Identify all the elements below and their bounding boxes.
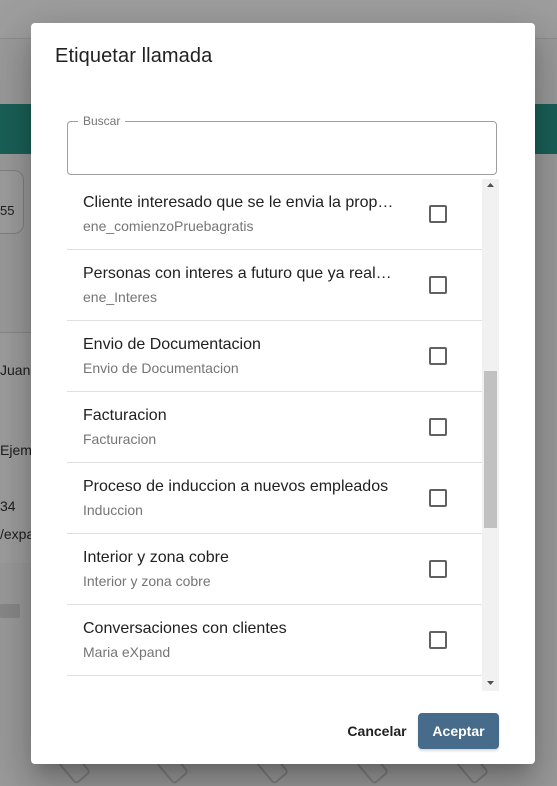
checkbox[interactable] [429,631,447,649]
search-input[interactable] [80,132,484,164]
item-subtitle: Interior y zona cobre [83,573,211,589]
item-title: Interior y zona cobre [83,549,229,566]
checkbox[interactable] [429,205,447,223]
scroll-up-arrow-icon[interactable] [482,179,499,193]
search-field[interactable]: Buscar [67,114,497,175]
list-item[interactable]: Envio de Documentacion Envio de Document… [67,321,482,392]
tag-call-dialog: Etiquetar llamada Buscar Cliente interes… [31,23,535,764]
cancel-button[interactable]: Cancelar [335,713,419,749]
accept-button[interactable]: Aceptar [418,713,499,749]
item-subtitle: ene_Interes [83,289,157,305]
checkbox[interactable] [429,418,447,436]
scroll-down-arrow-icon[interactable] [482,677,499,691]
tag-list-container: Cliente interesado que se le envia la pr… [67,179,499,691]
checkbox[interactable] [429,347,447,365]
tag-list[interactable]: Cliente interesado que se le envia la pr… [67,179,482,691]
item-title: Facturacion [83,407,167,424]
item-title: Conversaciones con clientes [83,620,287,637]
item-title: Proceso de induccion a nuevos empleados [83,478,389,495]
checkbox[interactable] [429,276,447,294]
item-subtitle: Facturacion [83,431,157,447]
item-title: Envio de Documentacion [83,336,261,353]
list-item[interactable]: Cliente interesado que se le envia la pr… [67,179,482,250]
list-item[interactable]: Personas con interes a futuro que ya rea… [67,250,482,321]
scrollbar-thumb[interactable] [484,371,497,528]
checkbox[interactable] [429,560,447,578]
list-scrollbar[interactable] [482,179,499,691]
item-title: Cliente interesado que se le envia la pr… [83,194,395,211]
item-title: Personas con interes a futuro que ya rea… [83,265,395,282]
dialog-title: Etiquetar llamada [55,45,213,67]
checkbox[interactable] [429,489,447,507]
list-item[interactable]: Interior y zona cobre Interior y zona co… [67,534,482,605]
list-item[interactable]: Facturacion Facturacion [67,392,482,463]
item-subtitle: Induccion [83,502,143,518]
list-item[interactable]: Conversaciones con clientes Maria eXpand [67,605,482,676]
item-subtitle: ene_comienzoPruebagratis [83,218,254,234]
item-subtitle: Maria eXpand [83,644,171,660]
search-label: Buscar [78,114,126,128]
item-subtitle: Envio de Documentacion [83,360,239,376]
list-item[interactable]: Proceso de induccion a nuevos empleados … [67,463,482,534]
